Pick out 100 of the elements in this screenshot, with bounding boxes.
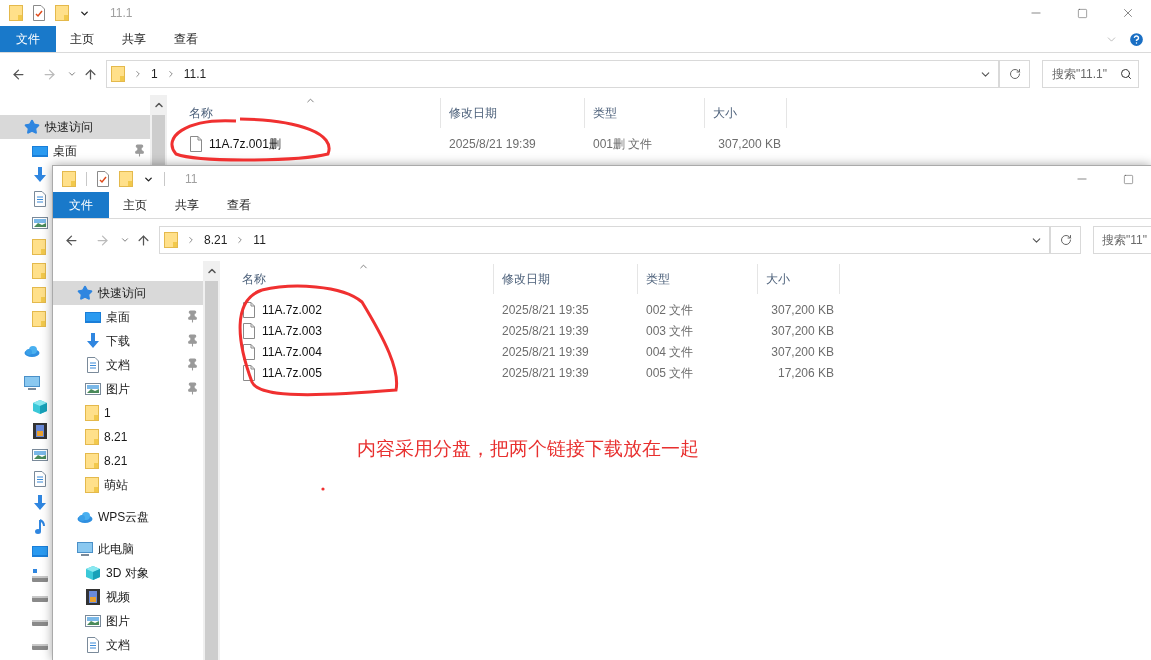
sidebar-item[interactable]: 3D 对象 (53, 561, 203, 585)
sidebar-item[interactable]: 桌面 (53, 305, 203, 329)
ribbon-tab[interactable]: 文件 (53, 192, 109, 218)
properties-icon[interactable] (97, 171, 109, 187)
sidebar-item[interactable]: 快速访问 (0, 115, 150, 139)
file-icon (243, 343, 255, 360)
ribbon-tab[interactable]: 文件 (0, 26, 56, 52)
sidebar-item[interactable]: 萌站 (53, 473, 203, 497)
ribbon-tab[interactable]: 查看 (160, 26, 212, 52)
sidebar-label: 萌站 (104, 477, 128, 494)
sidebar-item[interactable]: 图片 (53, 377, 203, 401)
pin-icon[interactable] (186, 358, 199, 371)
sidebar-item[interactable]: 8.21 (53, 449, 203, 473)
sidebar-item[interactable]: WPS云盘 (53, 505, 203, 529)
column-header[interactable]: 名称 (189, 104, 213, 122)
drive-icon (32, 596, 48, 602)
breadcrumb-item[interactable]: 8.21 (204, 231, 228, 249)
sidebar-item[interactable]: 8.21 (53, 425, 203, 449)
ribbon-tab[interactable]: 查看 (213, 192, 265, 218)
sidebar-label: 桌面 (106, 309, 130, 326)
picture-icon (85, 383, 101, 395)
sidebar-item[interactable]: 桌面 (0, 139, 150, 163)
search-box[interactable]: 搜索"11.1" (1042, 60, 1139, 88)
ribbon-tab[interactable]: 共享 (161, 192, 213, 218)
film-icon (85, 589, 101, 605)
maximize-button[interactable] (1076, 7, 1088, 19)
cube-icon (85, 565, 101, 581)
document-icon (32, 191, 48, 207)
breadcrumb-item[interactable]: 11.1 (183, 65, 207, 83)
refresh-button[interactable] (999, 60, 1030, 88)
back-button[interactable] (64, 232, 79, 248)
up-button[interactable] (83, 66, 98, 82)
drive-icon (32, 644, 48, 650)
close-button[interactable] (1121, 6, 1135, 20)
file-name[interactable]: 11A.7z.001删 (209, 134, 281, 153)
column-header[interactable]: 大小 (766, 270, 790, 288)
sidebar-item[interactable]: 快速访问 (53, 281, 203, 305)
star-icon (77, 285, 93, 301)
sidebar-item[interactable]: 此电脑 (53, 537, 203, 561)
recent-locations-icon[interactable] (67, 69, 77, 79)
column-header[interactable]: 大小 (713, 104, 737, 122)
file-type: 002 文件 (645, 301, 695, 319)
column-header[interactable]: 修改日期 (502, 270, 550, 288)
address-bar[interactable]: 1 11.1 (106, 60, 999, 88)
sidebar-label: 图片 (106, 381, 130, 398)
maximize-button[interactable] (1122, 173, 1134, 185)
search-icon[interactable] (1120, 68, 1132, 80)
monitor-icon (85, 311, 101, 323)
sidebar-label: WPS云盘 (98, 509, 150, 526)
breadcrumb-item[interactable]: 11 (253, 231, 266, 249)
up-button[interactable] (136, 232, 151, 248)
scrollbar-thumb[interactable] (205, 281, 218, 660)
pin-icon[interactable] (186, 334, 199, 347)
forward-button[interactable] (95, 232, 110, 248)
pin-icon[interactable] (133, 144, 146, 157)
computer-icon (24, 375, 40, 391)
music-note-icon (32, 519, 48, 535)
window-title: 11.1 (110, 5, 133, 22)
picture-icon (32, 217, 48, 229)
breadcrumb-separator-icon (133, 69, 143, 79)
sidebar-item[interactable]: 图片 (53, 609, 203, 633)
recent-locations-icon[interactable] (120, 235, 130, 245)
properties-icon[interactable] (33, 5, 45, 21)
column-header[interactable]: 类型 (646, 270, 670, 288)
address-bar[interactable]: 8.21 11 (159, 226, 1050, 254)
folder-icon (62, 171, 76, 187)
sidebar-label: 3D 对象 (106, 565, 149, 582)
folder-icon (9, 5, 23, 21)
ribbon-tab[interactable]: 共享 (108, 26, 160, 52)
file-size: 307,200 KB (717, 135, 782, 153)
column-header[interactable]: 类型 (593, 104, 617, 122)
file-type: 001删 文件 (592, 135, 654, 153)
ribbon-tab[interactable]: 主页 (109, 192, 161, 218)
file-name[interactable]: 11A.7z.005 (262, 363, 322, 382)
sidebar-item[interactable]: 文档 (53, 633, 203, 657)
forward-button[interactable] (42, 66, 57, 82)
sidebar-item[interactable]: 1 (53, 401, 203, 425)
help-icon[interactable] (1128, 30, 1145, 48)
modified-date: 2025/8/21 19:39 (501, 322, 590, 340)
file-name[interactable]: 11A.7z.003 (262, 321, 322, 340)
back-button[interactable] (11, 66, 26, 82)
column-header[interactable]: 修改日期 (449, 104, 497, 122)
file-name[interactable]: 11A.7z.004 (262, 342, 322, 361)
down-arrow-icon (85, 333, 101, 349)
breadcrumb-item[interactable]: 1 (151, 65, 158, 83)
search-input[interactable]: 搜索"11.1" (1052, 65, 1120, 83)
sidebar-item[interactable]: 下载 (53, 329, 203, 353)
file-size: 17,206 KB (776, 364, 835, 382)
sidebar-item[interactable]: 文档 (53, 353, 203, 377)
file-icon (243, 364, 255, 381)
search-input[interactable]: 搜索"11" (1102, 231, 1151, 249)
ribbon-tab[interactable]: 主页 (56, 26, 108, 52)
sidebar-item[interactable]: 视频 (53, 585, 203, 609)
folder-icon (111, 66, 125, 82)
file-name[interactable]: 11A.7z.002 (262, 300, 322, 319)
search-box[interactable]: 搜索"11" (1093, 226, 1151, 254)
pin-icon[interactable] (186, 310, 199, 323)
column-header[interactable]: 名称 (242, 270, 266, 288)
refresh-button[interactable] (1050, 226, 1081, 254)
pin-icon[interactable] (186, 382, 199, 395)
